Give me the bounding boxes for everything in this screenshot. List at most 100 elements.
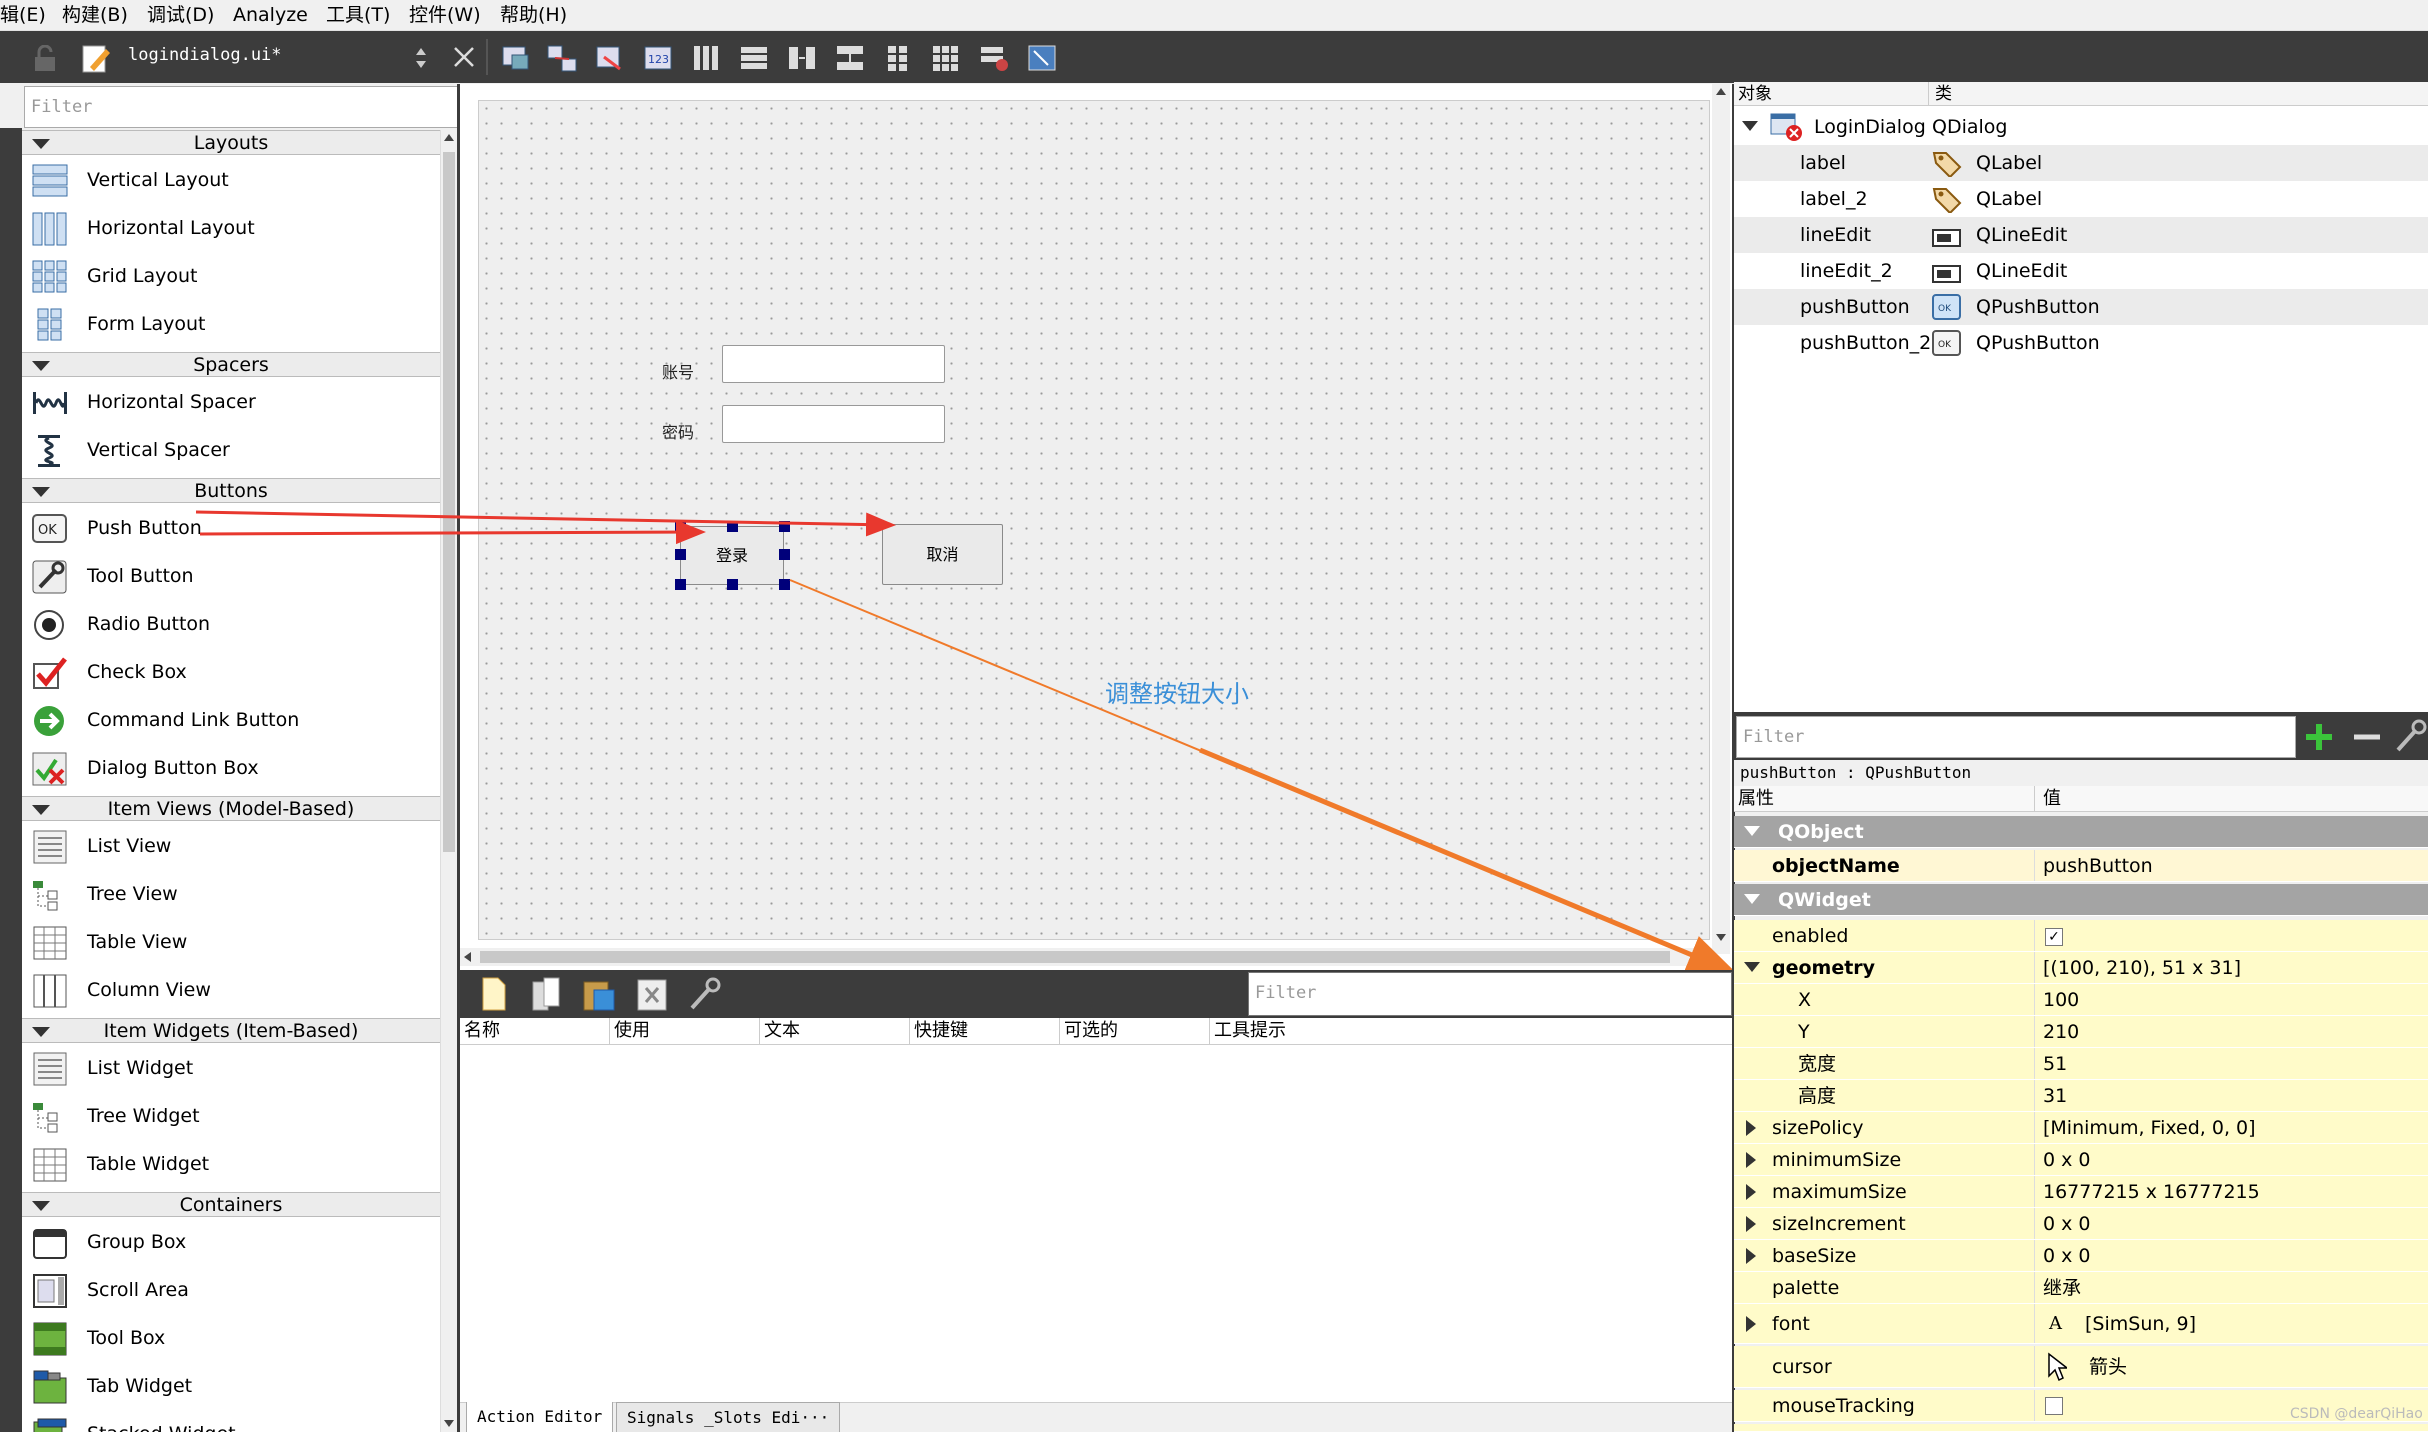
group-qobject[interactable]: QObject bbox=[1734, 816, 2428, 848]
prop-value[interactable]: 继承 bbox=[2034, 1272, 2428, 1303]
tab-signals-slots-editor[interactable]: Signals _Slots Edi··· bbox=[616, 1402, 841, 1432]
configure-action-icon[interactable] bbox=[688, 976, 722, 1010]
prop-value[interactable]: 0 x 0 bbox=[2034, 1208, 2428, 1239]
arrow-cursor-icon bbox=[2047, 1352, 2070, 1382]
column-header-used[interactable]: 使用 bbox=[610, 1018, 760, 1044]
prop-cursor[interactable]: cursor 箭头 bbox=[1734, 1346, 2428, 1388]
object-name: label_2 bbox=[1800, 188, 1868, 210]
prop-name: 高度 bbox=[1798, 1085, 1837, 1107]
group-label: QObject bbox=[1778, 821, 1864, 843]
svg-text:OK: OK bbox=[1938, 340, 1952, 350]
header-class[interactable]: 类 bbox=[1928, 82, 1952, 106]
object-row-label-2[interactable]: label_2 QLabel bbox=[1734, 181, 2428, 217]
prop-name: minimumSize bbox=[1772, 1149, 1902, 1171]
object-class: QDialog bbox=[1932, 116, 2008, 138]
prop-y[interactable]: Y 210 bbox=[1734, 1016, 2428, 1048]
prop-name: objectName bbox=[1772, 855, 1900, 877]
prop-value[interactable]: 0 x 0 bbox=[2034, 1144, 2428, 1175]
prop-value[interactable]: A [SimSun, 9] bbox=[2034, 1304, 2428, 1343]
prop-name: 宽度 bbox=[1798, 1053, 1837, 1075]
action-filter-input[interactable]: Filter bbox=[1248, 972, 1732, 1016]
collapse-icon[interactable] bbox=[1742, 121, 1758, 131]
prop-name: maximumSize bbox=[1772, 1181, 1907, 1203]
prop-value[interactable]: 箭头 bbox=[2034, 1346, 2428, 1387]
prop-next-partial bbox=[1734, 1424, 2428, 1432]
mousetracking-checkbox[interactable] bbox=[2045, 1397, 2063, 1415]
prop-x[interactable]: X 100 bbox=[1734, 984, 2428, 1016]
object-class: QLineEdit bbox=[1976, 260, 2068, 282]
add-property-icon[interactable] bbox=[2302, 720, 2336, 754]
property-filter-input[interactable]: Filter bbox=[1736, 716, 2296, 758]
header-property[interactable]: 属性 bbox=[1738, 786, 1774, 812]
property-subject: pushButton : QPushButton bbox=[1734, 760, 2428, 786]
prop-value[interactable]: [Minimum, Fixed, 0, 0] bbox=[2034, 1112, 2428, 1143]
column-header-text[interactable]: 文本 bbox=[760, 1018, 910, 1044]
object-class: QPushButton bbox=[1976, 296, 2100, 318]
paste-action-icon[interactable] bbox=[582, 976, 616, 1011]
group-qwidget[interactable]: QWidget bbox=[1734, 884, 2428, 916]
resize-annotation-text: 调整按钮大小 bbox=[1105, 680, 1249, 708]
remove-property-icon[interactable] bbox=[2350, 720, 2384, 754]
column-header-name[interactable]: 名称 bbox=[460, 1018, 610, 1044]
object-name: label bbox=[1800, 152, 1846, 174]
configure-property-icon[interactable] bbox=[2394, 718, 2428, 754]
prop-geometry[interactable]: geometry [(100, 210), 51 x 31] bbox=[1734, 952, 2428, 984]
header-value[interactable]: 值 bbox=[2034, 786, 2061, 812]
object-row-lineedit[interactable]: lineEdit QLineEdit bbox=[1734, 217, 2428, 253]
prop-objectname[interactable]: objectName pushButton bbox=[1734, 850, 2428, 882]
delete-action-icon[interactable] bbox=[636, 978, 670, 1011]
object-row-pushbutton-2[interactable]: pushButton_2 OK QPushButton bbox=[1734, 325, 2428, 361]
prop-value[interactable]: 51 bbox=[2034, 1048, 2428, 1079]
pushbutton-icon: OK bbox=[1932, 330, 1962, 356]
prop-value[interactable]: 31 bbox=[2034, 1080, 2428, 1111]
header-divider bbox=[460, 1044, 1732, 1045]
prop-name: enabled bbox=[1772, 925, 1849, 947]
column-header-checkable[interactable]: 可选的 bbox=[1060, 1018, 1210, 1044]
copy-action-icon[interactable] bbox=[530, 976, 564, 1011]
font-value: [SimSun, 9] bbox=[2085, 1313, 2196, 1335]
object-row-logindialog[interactable]: LoginDialog QDialog bbox=[1734, 109, 2428, 145]
new-action-icon[interactable] bbox=[478, 976, 512, 1011]
object-class: QPushButton bbox=[1976, 332, 2100, 354]
prop-value[interactable]: 0 x 0 bbox=[2034, 1240, 2428, 1271]
prop-maximumsize[interactable]: maximumSize 16777215 x 16777215 bbox=[1734, 1176, 2428, 1208]
prop-value[interactable]: 16777215 x 16777215 bbox=[2034, 1176, 2428, 1207]
lineedit-icon bbox=[1932, 261, 1962, 283]
prop-value[interactable]: 100 bbox=[2034, 984, 2428, 1015]
prop-value[interactable]: pushButton bbox=[2034, 850, 2428, 881]
prop-value[interactable]: 210 bbox=[2034, 1016, 2428, 1047]
prop-name: Y bbox=[1798, 1021, 1810, 1043]
prop-sizepolicy[interactable]: sizePolicy [Minimum, Fixed, 0, 0] bbox=[1734, 1112, 2428, 1144]
svg-text:OK: OK bbox=[1938, 304, 1952, 314]
object-row-pushbutton[interactable]: pushButton OK QPushButton bbox=[1734, 289, 2428, 325]
prop-name: font bbox=[1772, 1313, 1810, 1335]
label-icon bbox=[1932, 149, 1962, 179]
prop-value[interactable]: [(100, 210), 51 x 31] bbox=[2034, 952, 2428, 983]
object-class: QLineEdit bbox=[1976, 224, 2068, 246]
tab-action-editor[interactable]: Action Editor bbox=[466, 1402, 614, 1432]
watermark: CSDN @dearQiHao bbox=[2290, 1406, 2423, 1422]
dialog-icon bbox=[1770, 111, 1804, 143]
object-row-lineedit-2[interactable]: lineEdit_2 QLineEdit bbox=[1734, 253, 2428, 289]
red-arrow-to-cancel bbox=[195, 510, 896, 537]
prop-font[interactable]: font A [SimSun, 9] bbox=[1734, 1304, 2428, 1344]
prop-name: sizeIncrement bbox=[1772, 1213, 1906, 1235]
header-object[interactable]: 对象 bbox=[1738, 82, 1772, 106]
column-header-shortcut[interactable]: 快捷键 bbox=[910, 1018, 1060, 1044]
prop-height[interactable]: 高度 31 bbox=[1734, 1080, 2428, 1112]
red-arrow-to-login bbox=[199, 520, 706, 545]
prop-minimumsize[interactable]: minimumSize 0 x 0 bbox=[1734, 1144, 2428, 1176]
column-header-tooltip[interactable]: 工具提示 bbox=[1210, 1018, 1732, 1044]
enabled-checkbox[interactable]: ✓ bbox=[2045, 928, 2063, 946]
prop-value[interactable]: ✓ bbox=[2034, 920, 2428, 951]
prop-palette[interactable]: palette 继承 bbox=[1734, 1272, 2428, 1304]
prop-name: baseSize bbox=[1772, 1245, 1857, 1267]
object-row-label[interactable]: label QLabel bbox=[1734, 145, 2428, 181]
object-inspector-header: 对象 类 bbox=[1734, 82, 2428, 106]
prop-enabled[interactable]: enabled ✓ bbox=[1734, 920, 2428, 952]
prop-name: X bbox=[1798, 989, 1812, 1011]
prop-basesize[interactable]: baseSize 0 x 0 bbox=[1734, 1240, 2428, 1272]
prop-width[interactable]: 宽度 51 bbox=[1734, 1048, 2428, 1080]
prop-sizeincrement[interactable]: sizeIncrement 0 x 0 bbox=[1734, 1208, 2428, 1240]
prop-name: cursor bbox=[1772, 1356, 1832, 1378]
